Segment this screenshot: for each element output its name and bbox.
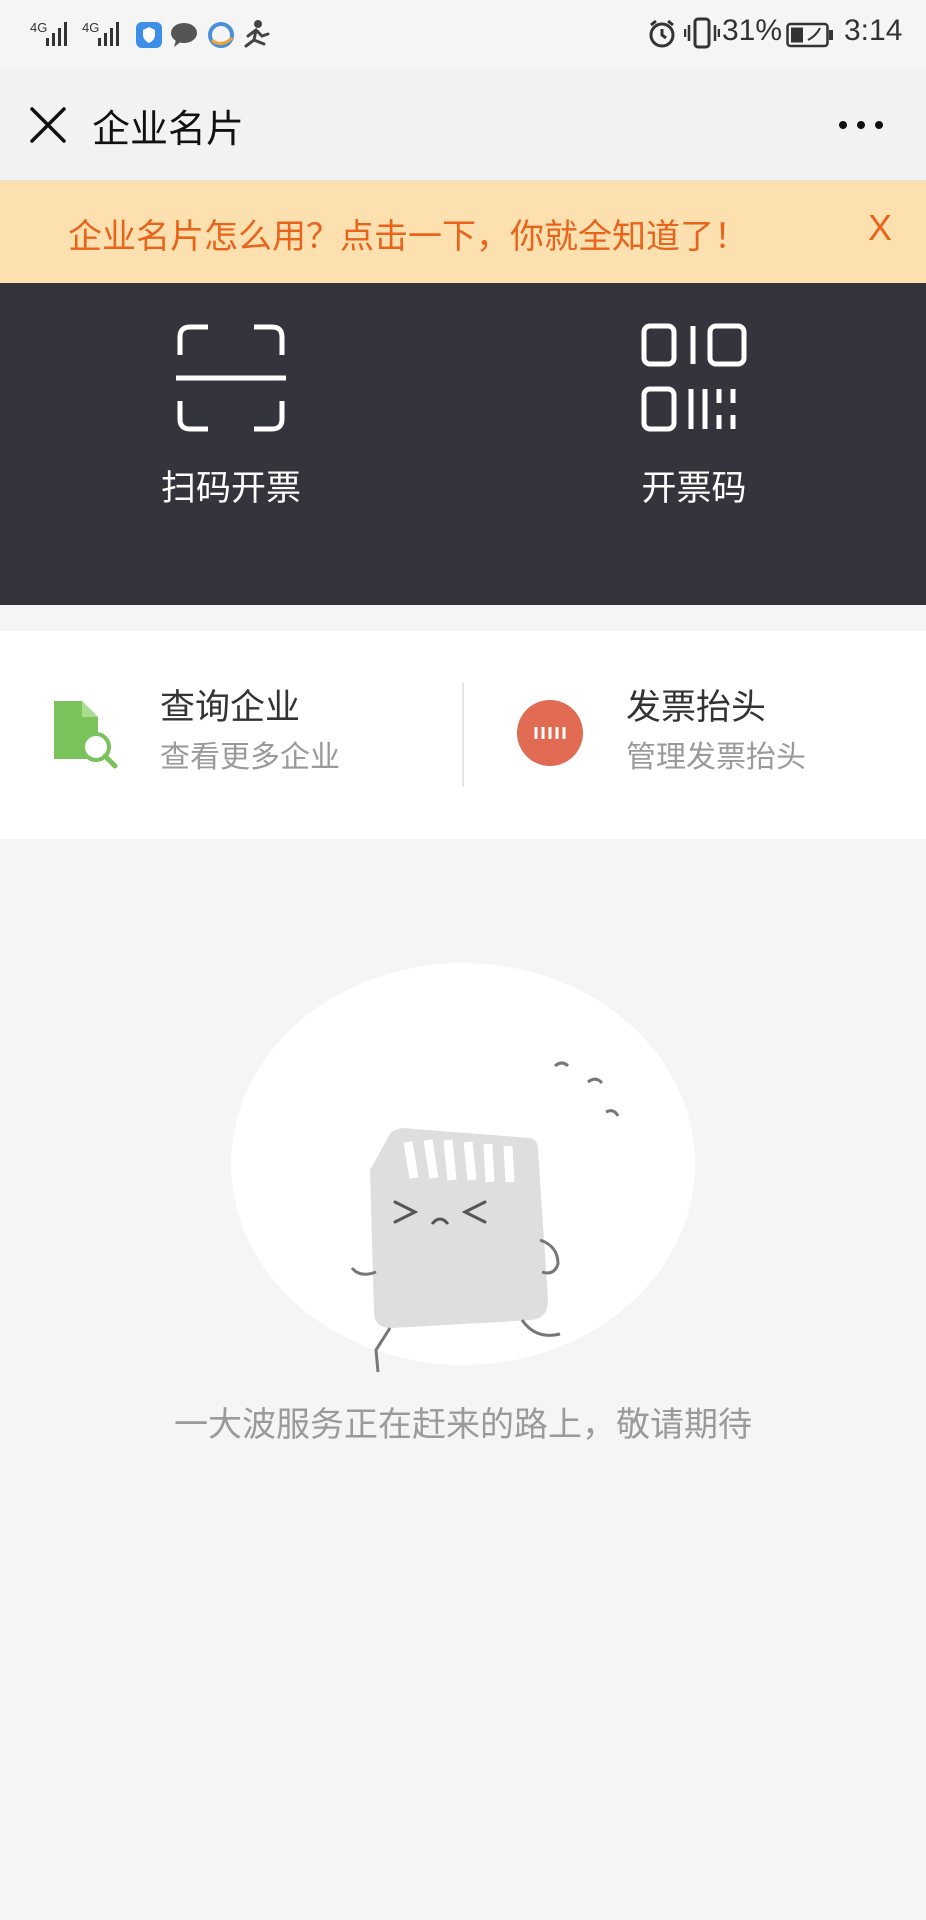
page-title: 企业名片 [92, 107, 245, 151]
title-bar: 企业名片 [0, 70, 926, 181]
query-company-subtitle: 查看更多企业 [160, 740, 340, 775]
more-options-icon[interactable] [836, 110, 886, 140]
browser-app-icon [208, 22, 234, 52]
shield-app-icon [136, 22, 162, 48]
chat-bubble-icon [170, 22, 200, 52]
invoice-header-icon [516, 699, 584, 771]
running-card-illustration [340, 1050, 640, 1384]
vibrate-icon [683, 16, 721, 54]
qr-code-icon [641, 323, 747, 437]
quick-links: 查询企业 查看更多企业 发票抬头 管理发票抬头 [0, 631, 926, 839]
empty-state-message: 一大波服务正在赶来的路上，敬请期待 [174, 1405, 752, 1445]
close-icon[interactable] [26, 103, 70, 147]
notice-text[interactable]: 企业名片怎么用？点击一下，你就全知道了！ [68, 209, 748, 258]
action-panel: 扫码开票 开票码 [0, 283, 926, 605]
battery-percent: 31% [722, 14, 783, 47]
status-bar: 4G 4G 31% 3:14 [0, 0, 926, 70]
runner-app-icon [240, 18, 272, 54]
signal-1-label: 4G [30, 20, 48, 35]
signal-2-label: 4G [82, 20, 100, 35]
invoice-code-button[interactable]: 开票码 [544, 323, 844, 523]
notice-banner[interactable]: 企业名片怎么用？点击一下，你就全知道了！ X [0, 181, 926, 283]
clock: 3:14 [844, 14, 903, 47]
notice-close-button[interactable]: X [868, 207, 892, 249]
invoice-header-item[interactable]: 发票抬头 管理发票抬头 [464, 631, 926, 839]
query-company-title: 查询企业 [160, 688, 301, 728]
signal-2-icon [98, 18, 126, 46]
scan-invoice-button[interactable]: 扫码开票 [81, 323, 381, 523]
signal-1-icon [46, 18, 74, 46]
invoice-header-title: 发票抬头 [626, 688, 767, 728]
document-search-icon [50, 697, 120, 773]
alarm-icon [646, 18, 678, 54]
invoice-code-label: 开票码 [641, 469, 747, 509]
scan-icon [176, 323, 286, 437]
invoice-header-subtitle: 管理发票抬头 [626, 740, 806, 775]
battery-icon [786, 22, 834, 52]
query-company-item[interactable]: 查询企业 查看更多企业 [0, 631, 463, 839]
scan-invoice-label: 扫码开票 [160, 469, 301, 509]
